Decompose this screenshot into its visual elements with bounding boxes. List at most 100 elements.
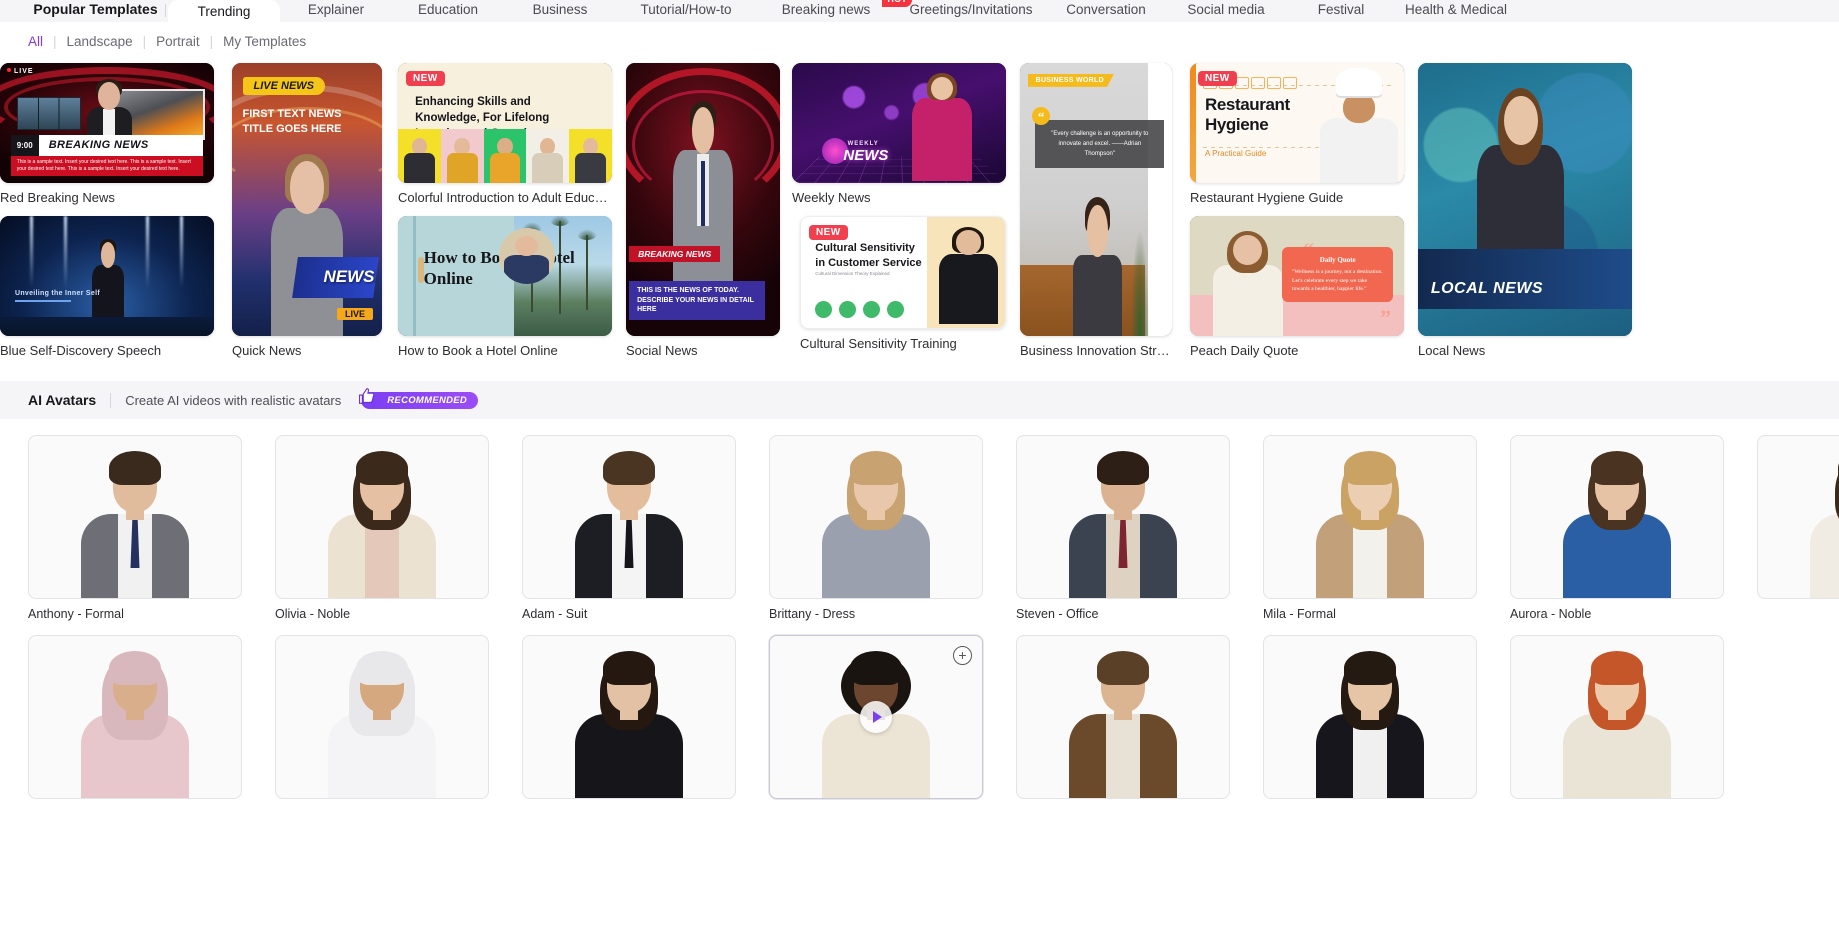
avatar-card[interactable]: Aurora - Noble: [1510, 435, 1724, 635]
template-thumbnail[interactable]: LIVE 9:00 BREAKING NEWS This is a sample…: [0, 63, 214, 183]
avatar-figure: [816, 448, 936, 598]
avatar-figure: [1063, 448, 1183, 598]
avatar-hair: [850, 651, 902, 685]
avatar-thumbnail[interactable]: [522, 435, 736, 599]
template-thumbnail[interactable]: Restaurant Hygiene A Practical Guide NEW: [1190, 63, 1404, 183]
template-thumbnail[interactable]: BREAKING NEWS THIS IS THE NEWS OF TODAY.…: [626, 63, 780, 336]
template-thumbnail[interactable]: Unveiling the Inner Self: [0, 216, 214, 336]
avatar-card[interactable]: [28, 635, 242, 813]
tab-tutorial-how-to[interactable]: Tutorial/How-to: [616, 2, 756, 22]
avatar-card[interactable]: [522, 635, 736, 813]
template-title: Weekly News: [792, 190, 871, 205]
avatar-thumbnail[interactable]: [522, 635, 736, 799]
avatar-card[interactable]: Adam - Suit: [522, 435, 736, 635]
avatar-thumbnail[interactable]: [28, 435, 242, 599]
template-card-local-news[interactable]: LOCAL NEWS Local News: [1418, 63, 1632, 358]
avatar-thumbnail[interactable]: +: [769, 635, 983, 799]
tab-breaking-news[interactable]: Breaking newsHOT: [756, 0, 912, 22]
avatar-card[interactable]: [1510, 635, 1724, 813]
thumbs-up-icon: [359, 387, 375, 404]
template-thumbnail[interactable]: Enhancing Skills and Knowledge, For Life…: [398, 63, 612, 183]
template-card-hotel-online[interactable]: How to Book a Hotel Online How to Book a…: [398, 216, 612, 358]
avatar-card[interactable]: Steven - Office: [1016, 435, 1230, 635]
filter-all[interactable]: All: [28, 34, 43, 49]
template-card-blue-self-discovery[interactable]: Unveiling the Inner Self Blue Self-Disco…: [0, 216, 214, 358]
avatar-card[interactable]: [1263, 635, 1477, 813]
news-word: NEWS: [323, 266, 375, 286]
avatar-thumbnail[interactable]: [1510, 635, 1724, 799]
avatar-card[interactable]: Anthony - Formal: [28, 435, 242, 635]
avatar-figure: [1557, 648, 1677, 798]
avatar-thumbnail[interactable]: [275, 435, 489, 599]
avatar-figure: [569, 448, 689, 598]
filter-portrait[interactable]: Portrait: [156, 34, 200, 49]
ai-avatars-section-header: AI Avatars Create AI videos with realist…: [0, 381, 1839, 419]
template-thumbnail[interactable]: “ Daily Quote "Wellness is a journey, no…: [1190, 216, 1404, 336]
template-thumbnail[interactable]: How to Book a Hotel Online: [398, 216, 612, 336]
template-thumbnail[interactable]: "Every challenge is an opportunity to in…: [1020, 63, 1172, 336]
thumb-art: BREAKING NEWS THIS IS THE NEWS OF TODAY.…: [626, 63, 780, 336]
avatar-name: Anthony - Formal: [28, 607, 124, 621]
avatar-thumbnail[interactable]: [1263, 635, 1477, 799]
tab-health-medical[interactable]: Health & Medical: [1396, 2, 1516, 22]
avatar-card[interactable]: Mila - Formal: [1263, 435, 1477, 635]
filter-separator: |: [53, 34, 57, 49]
tab-social-media[interactable]: Social media: [1166, 2, 1286, 22]
avatar-thumbnail[interactable]: [1263, 435, 1477, 599]
quote-text: "Every challenge is an opportunity to in…: [1035, 120, 1165, 169]
tab-festival[interactable]: Festival: [1286, 2, 1396, 22]
add-icon[interactable]: +: [953, 646, 972, 665]
avatar-figure: [1063, 648, 1183, 798]
avatar-thumbnail[interactable]: [275, 635, 489, 799]
template-card-peach-daily-quote[interactable]: “ Daily Quote "Wellness is a journey, no…: [1190, 216, 1404, 358]
chat-icon: [863, 301, 881, 319]
template-card-colorful-education[interactable]: Enhancing Skills and Knowledge, For Life…: [398, 63, 612, 205]
avatar-figure: [1310, 448, 1430, 598]
check-icon: [815, 301, 833, 319]
avatar-thumbnail[interactable]: [769, 435, 983, 599]
avatar-thumbnail[interactable]: [1757, 435, 1839, 599]
avatar-thumbnail[interactable]: [1016, 435, 1230, 599]
subtitle: Cultural Dimension Theory Explained: [815, 271, 890, 277]
recommended-label: RECOMMENDED: [387, 394, 468, 406]
template-card-cultural-sensitivity[interactable]: Cultural Sensitivity in Customer Service…: [800, 216, 1006, 351]
template-thumbnail[interactable]: Cultural Sensitivity in Customer Service…: [800, 216, 1006, 329]
tab-education[interactable]: Education: [392, 2, 504, 22]
template-card-weekly-news[interactable]: WEEKLY NEWS Weekly News: [792, 63, 1006, 205]
avatar-card[interactable]: Olivia - Noble: [275, 435, 489, 635]
template-thumbnail[interactable]: LIVE NEWS FIRST TEXT NEWS TITLE GOES HER…: [232, 63, 382, 336]
tab-conversation[interactable]: Conversation: [1046, 2, 1166, 22]
thumb-art: How to Book a Hotel Online: [398, 216, 612, 336]
new-badge: NEW: [809, 225, 848, 240]
play-icon[interactable]: [860, 701, 892, 733]
avatar-thumbnail[interactable]: [28, 635, 242, 799]
avatar-card[interactable]: [1757, 435, 1839, 635]
avatar-thumbnail[interactable]: [1016, 635, 1230, 799]
template-card-social-news[interactable]: BREAKING NEWS THIS IS THE NEWS OF TODAY.…: [626, 63, 780, 358]
filter-separator: |: [209, 34, 214, 49]
avatar-card[interactable]: Brittany - Dress: [769, 435, 983, 635]
template-thumbnail[interactable]: LOCAL NEWS: [1418, 63, 1632, 336]
avatar-thumbnail[interactable]: [1510, 435, 1724, 599]
template-card-red-breaking-news[interactable]: LIVE 9:00 BREAKING NEWS This is a sample…: [0, 63, 214, 205]
tab-trending[interactable]: Trending: [168, 0, 280, 22]
avatar-card[interactable]: +: [769, 635, 983, 813]
tab-explainer[interactable]: Explainer: [280, 2, 392, 22]
template-card-restaurant-hygiene[interactable]: Restaurant Hygiene A Practical Guide NEW…: [1190, 63, 1404, 205]
filter-my-templates[interactable]: My Templates: [223, 34, 306, 49]
tab-popular-templates[interactable]: Popular Templates: [28, 1, 163, 22]
template-card-business-innovation[interactable]: "Every challenge is an opportunity to in…: [1020, 63, 1172, 358]
template-card-quick-news[interactable]: LIVE NEWS FIRST TEXT NEWS TITLE GOES HER…: [232, 63, 382, 358]
avatar-figure: [75, 448, 195, 598]
template-title: Cultural Sensitivity Training: [800, 336, 957, 351]
tab-greetings-invitations[interactable]: Greetings/Invitations: [896, 2, 1046, 22]
tab-label: Popular Templates: [33, 1, 158, 17]
big-label: NEWS: [843, 146, 889, 164]
live-indicator: LIVE: [7, 68, 34, 75]
template-thumbnail[interactable]: WEEKLY NEWS: [792, 63, 1006, 183]
tab-business[interactable]: Business: [504, 2, 616, 22]
avatar-card[interactable]: [275, 635, 489, 813]
avatar-card[interactable]: [1016, 635, 1230, 813]
filter-landscape[interactable]: Landscape: [67, 34, 133, 49]
template-title: Red Breaking News: [0, 190, 115, 205]
